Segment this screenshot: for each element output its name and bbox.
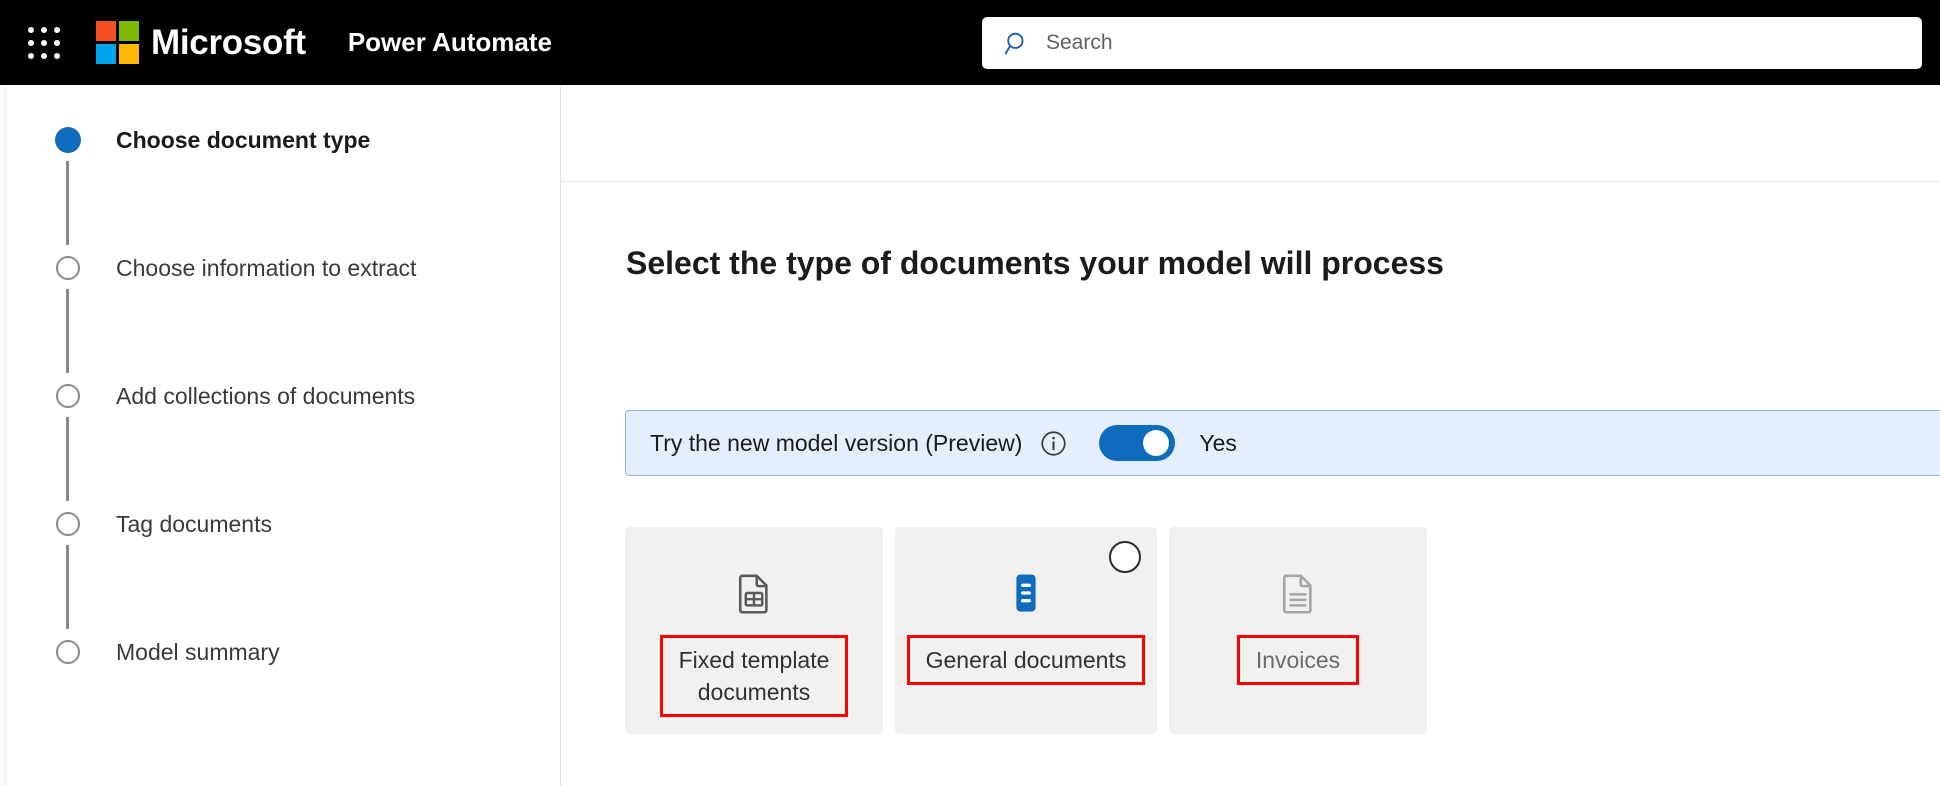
search-box[interactable] <box>982 17 1922 69</box>
document-invoice-icon <box>1274 569 1322 617</box>
step-label: Add collections of documents <box>116 383 416 409</box>
step-connector-line <box>66 289 69 373</box>
step-dot-hollow-icon <box>56 512 80 536</box>
microsoft-logo-icon[interactable] <box>96 21 139 64</box>
main-content-area: Select the type of documents your model … <box>561 85 1940 786</box>
document-type-card-list: Fixed template documents General documen… <box>625 527 1427 734</box>
step-dot-hollow-icon <box>56 640 80 664</box>
sidebar-step-choose-document-type[interactable]: Choose document type <box>55 127 416 255</box>
waffle-dot <box>41 52 47 59</box>
document-type-card-fixed-template[interactable]: Fixed template documents <box>625 527 883 734</box>
step-marker-pending <box>55 383 81 501</box>
document-table-icon <box>730 569 778 617</box>
step-label: Choose document type <box>116 127 371 153</box>
step-marker-pending <box>55 639 81 665</box>
rail-left-divider <box>4 85 5 786</box>
waffle-dot <box>41 26 47 33</box>
document-type-card-general-documents[interactable]: General documents <box>895 527 1157 734</box>
card-label-highlight-box: Fixed template documents <box>659 635 849 717</box>
step-connector-line <box>66 545 69 629</box>
search-input[interactable] <box>1046 31 1846 55</box>
step-list: Choose document type Choose information … <box>55 127 416 665</box>
sidebar-step-tag-documents[interactable]: Tag documents <box>55 511 416 639</box>
step-label: Model summary <box>116 639 280 665</box>
step-marker-active <box>55 127 81 245</box>
step-marker-pending <box>55 511 81 629</box>
search-icon <box>1004 32 1024 55</box>
document-type-card-invoices[interactable]: Invoices <box>1169 527 1427 734</box>
card-label: Fixed template documents <box>678 647 830 705</box>
step-label: Choose information to extract <box>116 255 417 281</box>
step-connector-line <box>66 161 69 245</box>
preview-version-toggle[interactable] <box>1099 425 1176 461</box>
card-label: Invoices <box>1255 647 1341 673</box>
unselected-radio-icon[interactable] <box>1109 541 1141 573</box>
toggle-state-label: Yes <box>1199 429 1237 456</box>
step-marker-pending <box>55 255 81 373</box>
card-label: General documents <box>925 647 1127 673</box>
logo-square-blue <box>96 44 116 64</box>
preview-banner-label: Try the new model version (Preview) <box>650 429 1023 456</box>
card-label-highlight-box: Invoices <box>1236 635 1360 685</box>
sidebar-step-add-collections-of-documents[interactable]: Add collections of documents <box>55 383 416 511</box>
waffle-dot <box>54 52 60 59</box>
step-dot-hollow-icon <box>56 384 80 408</box>
waffle-dot <box>28 52 34 59</box>
waffle-dot <box>41 39 47 46</box>
suite-header-bar: Microsoft Power Automate <box>0 0 1940 85</box>
preview-version-banner: Try the new model version (Preview) Yes <box>625 410 1940 476</box>
step-label: Tag documents <box>116 511 272 537</box>
info-circle-icon[interactable] <box>1040 430 1067 457</box>
step-connector-line <box>66 417 69 501</box>
waffle-dot <box>28 26 34 33</box>
document-lines-filled-icon <box>1002 569 1050 617</box>
toggle-knob <box>1143 430 1170 456</box>
app-name-label[interactable]: Power Automate <box>348 27 552 58</box>
waffle-dot <box>54 26 60 33</box>
sidebar-step-choose-information-to-extract[interactable]: Choose information to extract <box>55 255 416 383</box>
page-title: Select the type of documents your model … <box>626 245 1444 281</box>
sidebar-step-model-summary[interactable]: Model summary <box>55 639 416 665</box>
microsoft-wordmark[interactable]: Microsoft <box>151 23 306 63</box>
card-label-highlight-box: General documents <box>906 635 1146 685</box>
waffle-dot <box>28 39 34 46</box>
app-launcher-waffle-icon[interactable] <box>16 15 72 71</box>
waffle-dot <box>54 39 60 46</box>
logo-square-yellow <box>119 44 139 64</box>
content-top-divider <box>561 181 1940 182</box>
step-dot-filled-icon <box>55 127 81 153</box>
step-dot-hollow-icon <box>56 256 80 280</box>
wizard-step-rail: Choose document type Choose information … <box>0 85 561 786</box>
logo-square-green <box>119 21 139 41</box>
logo-square-red <box>96 21 116 41</box>
